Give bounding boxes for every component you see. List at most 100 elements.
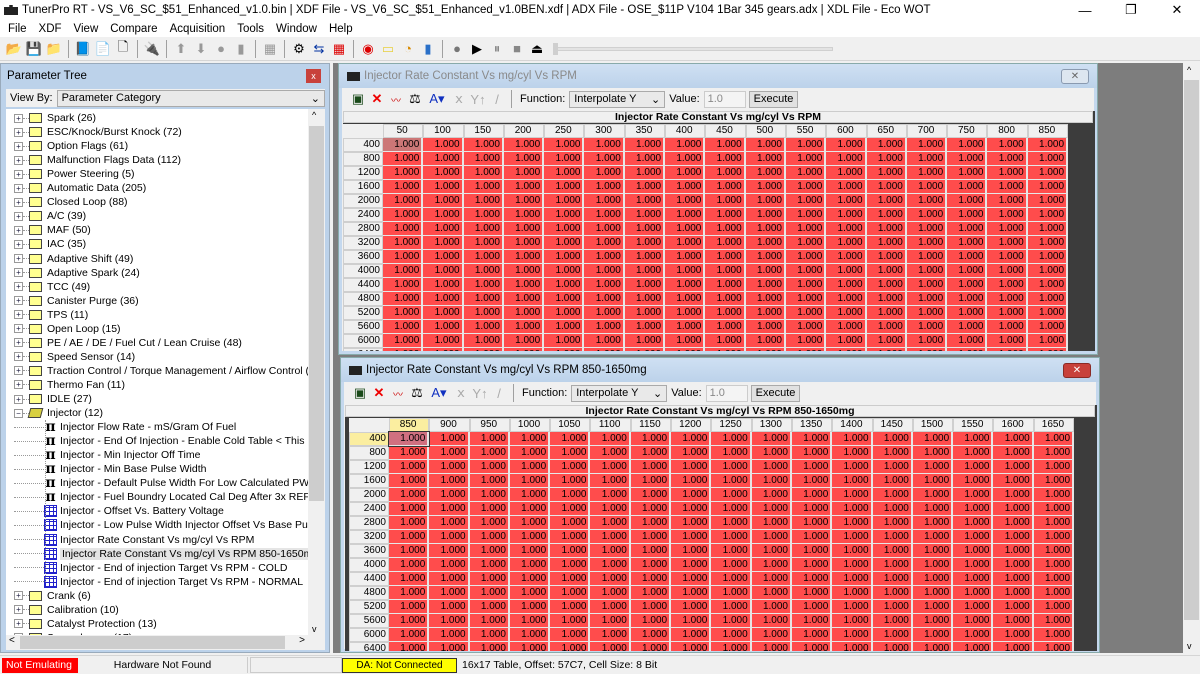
table-cell[interactable]: 1.000 [1033, 558, 1075, 572]
table-cell[interactable]: 1.000 [1027, 208, 1069, 222]
row-header[interactable]: 400 [343, 138, 383, 152]
row-header[interactable]: 4400 [349, 572, 389, 586]
table-cell[interactable]: 1.000 [630, 614, 672, 628]
table-cell[interactable]: 1.000 [866, 208, 907, 222]
table-cell[interactable]: 1.000 [987, 166, 1028, 180]
table-cell[interactable]: 1.000 [383, 334, 424, 348]
text-color-icon[interactable]: A▾ [427, 384, 451, 402]
tree-item[interactable]: Injector Rate Constant Vs mg/cyl Vs RPM [6, 533, 254, 547]
table-cell[interactable]: 1.000 [953, 600, 994, 614]
tree-folder[interactable]: + IAC (35) [6, 237, 86, 251]
table-cell[interactable]: 1.000 [383, 292, 424, 306]
table-cell[interactable]: 1.000 [383, 306, 424, 320]
table-cell[interactable]: 1.000 [791, 544, 833, 558]
table-cell[interactable]: 1.000 [665, 334, 706, 348]
text-color-icon[interactable]: A▾ [425, 90, 449, 108]
menu-compare[interactable]: Compare [104, 23, 163, 35]
table-cell[interactable]: 1.000 [509, 502, 551, 516]
scrollbar-thumb[interactable] [309, 126, 324, 501]
table-cell[interactable]: 1.000 [630, 432, 672, 446]
tree-folder[interactable]: + MAF (50) [6, 223, 91, 237]
table-cell[interactable]: 1.000 [671, 628, 712, 642]
row-header[interactable]: 6400 [349, 642, 389, 651]
table-cell[interactable]: 1.000 [665, 250, 706, 264]
table-cell[interactable]: 1.000 [463, 138, 504, 152]
table-cell[interactable]: 1.000 [1033, 516, 1075, 530]
table-cell[interactable]: 1.000 [389, 446, 430, 460]
table-cell[interactable]: 1.000 [624, 250, 666, 264]
table-cell[interactable]: 1.000 [832, 530, 873, 544]
table-cell[interactable]: 1.000 [429, 446, 470, 460]
table-cell[interactable]: 1.000 [872, 530, 913, 544]
bar-chart-icon[interactable]: ▮ [419, 40, 437, 58]
table-cell[interactable]: 1.000 [987, 222, 1028, 236]
tree-item[interactable]: π Injector - Min Injector Off Time [6, 447, 200, 463]
table-cell[interactable]: 1.000 [705, 166, 746, 180]
row-header[interactable]: 1600 [343, 180, 383, 194]
table-cell[interactable]: 1.000 [590, 460, 631, 474]
table-cell[interactable]: 1.000 [665, 278, 706, 292]
table-cell[interactable]: 1.000 [544, 194, 585, 208]
table-cell[interactable]: 1.000 [423, 334, 464, 348]
table-cell[interactable]: 1.000 [705, 278, 746, 292]
table-cell[interactable]: 1.000 [906, 222, 948, 236]
table-cell[interactable]: 1.000 [872, 446, 913, 460]
table-cell[interactable]: 1.000 [584, 152, 625, 166]
table-cell[interactable]: 1.000 [423, 320, 464, 334]
table-cell[interactable]: 1.000 [711, 572, 752, 586]
table-cell[interactable]: 1.000 [624, 166, 666, 180]
table-cell[interactable]: 1.000 [912, 572, 954, 586]
expand-icon[interactable]: + [14, 239, 23, 249]
table-cell[interactable]: 1.000 [947, 348, 988, 351]
column-header[interactable]: 1300 [751, 418, 792, 432]
table-cell[interactable]: 1.000 [785, 194, 827, 208]
table-cell[interactable]: 1.000 [711, 544, 752, 558]
table-cell[interactable]: 1.000 [705, 264, 746, 278]
table-cell[interactable]: 1.000 [953, 474, 994, 488]
table-cell[interactable]: 1.000 [953, 530, 994, 544]
table-cell[interactable]: 1.000 [544, 278, 585, 292]
table-cell[interactable]: 1.000 [469, 432, 510, 446]
table-cell[interactable]: 1.000 [423, 222, 464, 236]
usb-probe-icon[interactable]: 🔌 [143, 40, 161, 58]
table-cell[interactable]: 1.000 [751, 572, 792, 586]
table-cell[interactable]: 1.000 [665, 180, 706, 194]
table-cell[interactable]: 1.000 [544, 250, 585, 264]
cancel-icon[interactable]: ✕ [370, 384, 388, 402]
tree-folder[interactable]: + TPS (11) [6, 308, 88, 322]
table-cell[interactable]: 1.000 [745, 250, 786, 264]
table-cell[interactable]: 1.000 [584, 264, 625, 278]
table-cell[interactable]: 1.000 [906, 306, 948, 320]
row-header[interactable]: 5200 [349, 600, 389, 614]
table-cell[interactable]: 1.000 [711, 460, 752, 474]
table-cell[interactable]: 1.000 [389, 530, 430, 544]
scroll-down-icon[interactable]: v [1187, 641, 1192, 651]
table-cell[interactable]: 1.000 [912, 488, 954, 502]
table-cell[interactable]: 1.000 [1027, 236, 1069, 250]
table-cell[interactable]: 1.000 [947, 222, 988, 236]
column-header[interactable]: 850 [389, 418, 430, 432]
table-cell[interactable]: 1.000 [866, 180, 907, 194]
table-cell[interactable]: 1.000 [872, 516, 913, 530]
table-cell[interactable]: 1.000 [1033, 488, 1075, 502]
table-cell[interactable]: 1.000 [993, 432, 1034, 446]
table-cell[interactable]: 1.000 [463, 348, 504, 351]
table-cell[interactable]: 1.000 [791, 586, 833, 600]
table-cell[interactable]: 1.000 [509, 446, 551, 460]
table-cell[interactable]: 1.000 [953, 572, 994, 586]
table-cell[interactable]: 1.000 [785, 166, 827, 180]
table-cell[interactable]: 1.000 [906, 348, 948, 351]
table-cell[interactable]: 1.000 [785, 222, 827, 236]
table-cell[interactable]: 1.000 [469, 530, 510, 544]
table-cell[interactable]: 1.000 [509, 460, 551, 474]
table-cell[interactable]: 1.000 [745, 334, 786, 348]
table-cell[interactable]: 1.000 [389, 544, 430, 558]
table-cell[interactable]: 1.000 [745, 138, 786, 152]
table-cell[interactable]: 1.000 [993, 572, 1034, 586]
table-cell[interactable]: 1.000 [745, 166, 786, 180]
table-cell[interactable]: 1.000 [705, 138, 746, 152]
table-cell[interactable]: 1.000 [832, 558, 873, 572]
column-header[interactable]: 1100 [590, 418, 631, 432]
table-cell[interactable]: 1.000 [429, 642, 470, 651]
interpolate-icon[interactable]: Y↑ [471, 384, 489, 402]
